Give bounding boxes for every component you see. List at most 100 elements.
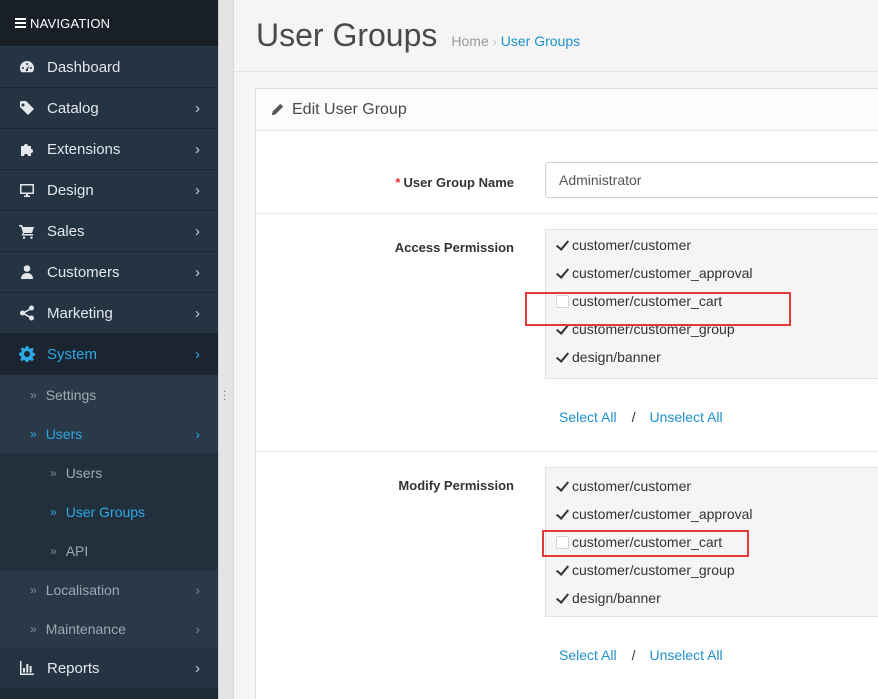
modify-option[interactable]: customer/customer_approval xyxy=(546,500,878,528)
chevron-right-icon: › xyxy=(195,304,200,322)
double-chevron-icon: » xyxy=(30,426,37,441)
chevron-right-icon: › xyxy=(195,99,200,117)
checkbox-checked[interactable] xyxy=(556,508,569,521)
sidebar-item-dashboard[interactable]: Dashboard xyxy=(0,47,218,88)
sidebar-sub-users-users[interactable]: » Users xyxy=(0,453,218,492)
sidebar-item-label: Marketing xyxy=(47,304,113,322)
sidebar-sub-label: User Groups xyxy=(65,503,146,520)
sidebar-item-marketing[interactable]: Marketing › xyxy=(0,293,218,334)
select-all-link[interactable]: Select All xyxy=(559,647,617,663)
sidebar-item-customers[interactable]: Customers › xyxy=(0,252,218,293)
sidebar-item-system[interactable]: System › xyxy=(0,334,218,375)
checkbox-checked[interactable] xyxy=(556,239,569,252)
chevron-right-icon: › xyxy=(195,620,200,637)
sidebar-resize-handle[interactable]: · · · xyxy=(218,0,234,699)
sidebar-sub-label: Users xyxy=(65,464,103,481)
panel-title: Edit User Group xyxy=(292,100,407,118)
breadcrumb-home[interactable]: Home xyxy=(451,33,488,49)
gear-icon xyxy=(18,346,36,362)
unselect-all-link[interactable]: Unselect All xyxy=(649,409,722,425)
main-content: User Groups Home › User Groups Edit User G… xyxy=(234,0,878,699)
sidebar-sub-maintenance[interactable]: » Maintenance › xyxy=(0,609,218,648)
tags-icon xyxy=(18,100,36,116)
double-chevron-icon: » xyxy=(30,621,37,636)
sidebar-sub-users[interactable]: » Users › xyxy=(0,414,218,453)
sidebar-item-label: Design xyxy=(47,181,94,199)
modify-label: Modify Permission xyxy=(398,478,514,493)
modify-option[interactable]: customer/customer xyxy=(546,472,878,500)
share-icon xyxy=(18,305,36,321)
highlight-box xyxy=(542,530,749,557)
sidebar-item-label: System xyxy=(47,345,98,363)
sidebar-item-label: Extensions xyxy=(47,140,121,158)
chevron-right-icon: › xyxy=(195,140,200,158)
checkbox-checked[interactable] xyxy=(556,351,569,364)
double-chevron-icon: » xyxy=(30,387,37,402)
access-option[interactable]: design/banner xyxy=(546,343,878,371)
nav-toggle[interactable]: NAVIGATION xyxy=(0,0,218,47)
sidebar-item-sales[interactable]: Sales › xyxy=(0,211,218,252)
required-marker: * xyxy=(395,175,401,190)
sidebar-sub-label: Localisation xyxy=(45,581,120,598)
page-title: User Groups xyxy=(256,17,438,53)
double-chevron-icon: » xyxy=(30,582,37,597)
sidebar-sub-localisation[interactable]: » Localisation › xyxy=(0,570,218,609)
sidebar-item-label: Dashboard xyxy=(47,58,121,76)
double-chevron-icon: » xyxy=(50,504,57,519)
sidebar-item-reports[interactable]: Reports › xyxy=(0,648,218,689)
sidebar-sub-label: API xyxy=(65,542,89,559)
unselect-all-link[interactable]: Unselect All xyxy=(649,647,722,663)
access-option[interactable]: customer/customer xyxy=(546,231,878,259)
sidebar-item-catalog[interactable]: Catalog › xyxy=(0,88,218,129)
modify-option[interactable]: design/banner xyxy=(546,584,878,612)
grip-icon: · · · xyxy=(223,386,227,405)
input-value: Administrator xyxy=(559,172,642,188)
breadcrumb-user-groups[interactable]: User Groups xyxy=(501,33,580,49)
chevron-right-icon: › xyxy=(195,425,200,442)
highlight-box xyxy=(525,292,791,326)
sidebar-item-label: Customers xyxy=(47,263,120,281)
bar-chart-icon xyxy=(18,660,36,676)
access-label: Access Permission xyxy=(394,240,514,255)
checkbox-checked[interactable] xyxy=(556,564,569,577)
double-chevron-icon: » xyxy=(50,543,57,558)
double-chevron-icon: » xyxy=(50,465,57,480)
access-select-links: Select All / Unselect All xyxy=(559,409,723,425)
breadcrumb-separator: › xyxy=(492,35,497,49)
puzzle-icon xyxy=(18,141,36,157)
pencil-icon xyxy=(271,103,284,116)
user-icon xyxy=(18,264,36,280)
sidebar: NAVIGATION Dashboard Catalog › Extension… xyxy=(0,0,218,699)
checkbox-checked[interactable] xyxy=(556,480,569,493)
sidebar-sub-label: Users xyxy=(45,425,83,442)
nav-header-label: NAVIGATION xyxy=(30,15,111,31)
sidebar-item-extensions[interactable]: Extensions › xyxy=(0,129,218,170)
chevron-right-icon: › xyxy=(195,659,200,677)
checkbox-checked[interactable] xyxy=(556,267,569,280)
sidebar-item-label: Catalog xyxy=(47,99,99,117)
checkbox-checked[interactable] xyxy=(556,592,569,605)
chevron-right-icon: › xyxy=(195,181,200,199)
chevron-right-icon: › xyxy=(195,263,200,281)
menu-icon xyxy=(15,16,26,30)
chevron-right-icon: › xyxy=(195,222,200,240)
modify-option[interactable]: customer/customer_group xyxy=(546,556,878,584)
chevron-right-icon: › xyxy=(195,345,200,363)
access-option[interactable]: customer/customer_approval xyxy=(546,259,878,287)
monitor-icon xyxy=(18,182,36,198)
edit-panel: Edit User Group * User Group Name Adminis… xyxy=(255,88,878,699)
sidebar-item-label: Sales xyxy=(47,222,85,240)
sidebar-sub-user-groups[interactable]: » User Groups xyxy=(0,492,218,531)
modify-select-links: Select All / Unselect All xyxy=(559,647,723,663)
select-all-link[interactable]: Select All xyxy=(559,409,617,425)
sidebar-sub-api[interactable]: » API xyxy=(0,531,218,570)
sidebar-sub-settings[interactable]: » Settings xyxy=(0,375,218,414)
user-group-name-input[interactable]: Administrator xyxy=(545,162,878,198)
panel-heading: Edit User Group xyxy=(256,89,878,131)
cart-icon xyxy=(18,223,36,239)
sidebar-item-design[interactable]: Design › xyxy=(0,170,218,211)
page-header: User Groups Home › User Groups xyxy=(234,0,878,72)
breadcrumb: Home › User Groups xyxy=(451,33,580,49)
sidebar-sub-label: Settings xyxy=(45,386,97,403)
chevron-right-icon: › xyxy=(195,581,200,598)
